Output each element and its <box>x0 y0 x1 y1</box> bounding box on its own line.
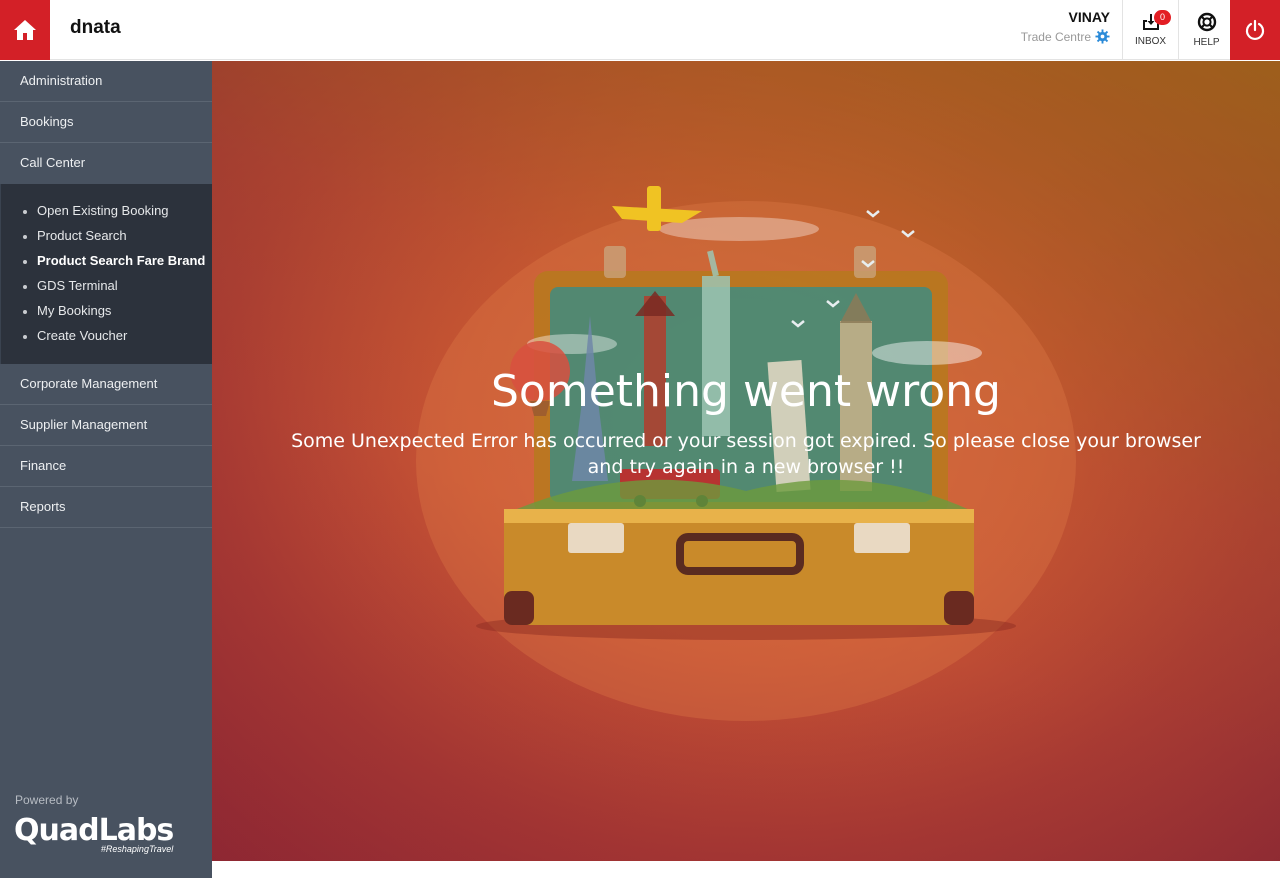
inbox-button[interactable]: 0 INBOX <box>1122 0 1178 60</box>
sidebar-item-supplier-management[interactable]: Supplier Management <box>0 405 212 446</box>
user-name: VINAY <box>1068 9 1110 25</box>
submenu-item-my-bookings[interactable]: My Bookings <box>1 302 212 327</box>
brand-name: dnata <box>70 17 121 38</box>
error-title: Something went wrong <box>491 366 1001 417</box>
sidebar-item-call-center[interactable]: Call Center <box>0 143 212 184</box>
power-icon <box>1245 19 1265 41</box>
call-center-submenu: Open Existing Booking Product Search Pro… <box>0 184 212 364</box>
logo-text: QuadLabs <box>14 813 174 848</box>
error-message: Some Unexpected Error has occurred or yo… <box>291 430 1201 478</box>
submenu-item-gds-terminal[interactable]: GDS Terminal <box>1 277 212 302</box>
submenu-item-create-voucher[interactable]: Create Voucher <box>1 327 212 352</box>
gear-icon[interactable] <box>1095 29 1110 44</box>
help-button[interactable]: HELP <box>1178 0 1234 60</box>
quadlabs-logo: QuadLabs #ReshapingTravel <box>14 813 174 854</box>
user-info: VINAY Trade Centre <box>1021 9 1110 44</box>
top-header: dnata VINAY Trade Centre 0 INBOX HELP <box>0 0 1280 60</box>
sidebar-item-finance[interactable]: Finance <box>0 446 212 487</box>
lifebuoy-icon <box>1197 12 1216 32</box>
home-button[interactable] <box>0 0 50 60</box>
logout-button[interactable] <box>1230 0 1280 60</box>
powered-by-label: Powered by <box>15 793 79 807</box>
sidebar-item-corporate-management[interactable]: Corporate Management <box>0 364 212 405</box>
error-hero: Something went wrong Some Unexpected Err… <box>212 61 1280 861</box>
submenu-item-product-search[interactable]: Product Search <box>1 227 212 252</box>
submenu-item-product-search-fare-brand[interactable]: Product Search Fare Brand <box>1 252 212 277</box>
help-label: HELP <box>1193 37 1220 48</box>
sidebar-nav: Administration Bookings Call Center Open… <box>0 61 212 878</box>
inbox-count-badge: 0 <box>1154 10 1171 25</box>
sidebar-item-bookings[interactable]: Bookings <box>0 102 212 143</box>
home-icon <box>14 20 36 40</box>
submenu-item-open-existing-booking[interactable]: Open Existing Booking <box>1 202 212 227</box>
inbox-label: INBOX <box>1134 36 1167 47</box>
sidebar-item-administration[interactable]: Administration <box>0 61 212 102</box>
user-role: Trade Centre <box>1021 29 1110 44</box>
sidebar-item-reports[interactable]: Reports <box>0 487 212 528</box>
user-role-label: Trade Centre <box>1020 29 1091 44</box>
